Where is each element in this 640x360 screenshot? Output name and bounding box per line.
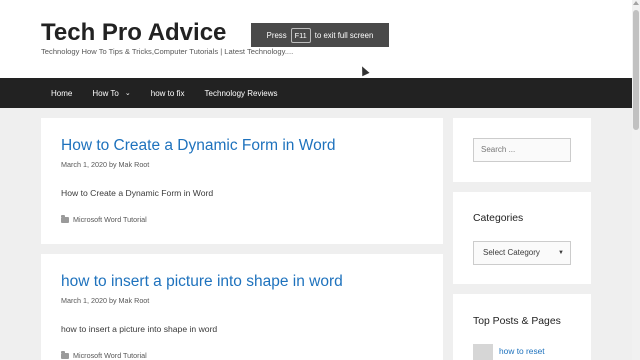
post-author-link[interactable]: Mak Root <box>119 296 150 305</box>
post-author-link[interactable]: Mak Root <box>119 160 150 169</box>
nav-item-how-to[interactable]: How To ⌄ <box>92 89 130 98</box>
widget-title: Top Posts & Pages <box>473 316 561 327</box>
search-input[interactable]: Search ... <box>473 138 571 162</box>
fullscreen-toast: Press F11 to exit full screen <box>251 23 389 47</box>
toast-suffix: to exit full screen <box>314 30 374 40</box>
nav-item-technology-reviews[interactable]: Technology Reviews <box>205 89 278 98</box>
nav-item-home[interactable]: Home <box>51 89 72 98</box>
top-posts-widget: Top Posts & Pages how to reset <box>453 294 591 360</box>
folder-icon <box>61 350 69 359</box>
post-category-label: Microsoft Word Tutorial <box>73 351 147 360</box>
site-title[interactable]: Tech Pro Advice <box>41 19 226 47</box>
toast-prefix: Press <box>266 30 287 40</box>
post-card: how to insert a picture into shape in wo… <box>41 254 443 360</box>
post-date[interactable]: March 1, 2020 <box>61 296 107 305</box>
main-nav: Home How To ⌄ how to fix Technology Revi… <box>0 78 632 108</box>
nav-item-how-to-fix[interactable]: how to fix <box>151 89 185 98</box>
post-meta: March 1, 2020 by Mak Root <box>61 296 149 305</box>
post-excerpt: How to Create a Dynamic Form in Word <box>61 188 214 198</box>
nav-item-label: Home <box>51 88 73 98</box>
post-title-link[interactable]: How to Create a Dynamic Form in Word <box>61 137 336 155</box>
post-date[interactable]: March 1, 2020 <box>61 160 107 169</box>
toast-key: F11 <box>290 27 311 43</box>
post-title-link[interactable]: how to insert a picture into shape in wo… <box>61 273 343 291</box>
post-category-link[interactable]: Microsoft Word Tutorial <box>61 214 147 224</box>
post-card: How to Create a Dynamic Form in Word Mar… <box>41 118 443 244</box>
nav-item-label: How To <box>92 88 119 98</box>
nav-item-label: how to fix <box>150 88 185 98</box>
categories-widget: Categories Select Category ▼ <box>453 192 591 284</box>
post-by: by <box>108 160 117 169</box>
folder-icon <box>61 214 69 223</box>
scrollbar[interactable] <box>632 0 640 360</box>
search-widget: Search ... <box>453 118 591 182</box>
category-select-value: Select Category <box>483 248 540 257</box>
post-meta: March 1, 2020 by Mak Root <box>61 160 149 169</box>
top-post-link[interactable]: how to reset <box>499 346 545 356</box>
post-by: by <box>108 296 117 305</box>
scrollbar-thumb[interactable] <box>633 10 639 130</box>
site-tagline: Technology How To Tips & Tricks,Computer… <box>41 47 294 56</box>
post-category-link[interactable]: Microsoft Word Tutorial <box>61 350 147 360</box>
scroll-up-arrow-icon[interactable] <box>633 1 639 5</box>
post-category-label: Microsoft Word Tutorial <box>73 215 147 224</box>
category-select[interactable]: Select Category ▼ <box>473 241 571 265</box>
widget-title: Categories <box>473 213 524 224</box>
dropdown-arrow-icon: ▼ <box>558 250 564 256</box>
post-thumbnail[interactable] <box>473 344 493 360</box>
post-excerpt: how to insert a picture into shape in wo… <box>61 324 218 334</box>
nav-item-label: Technology Reviews <box>204 88 278 98</box>
chevron-down-icon: ⌄ <box>124 90 131 97</box>
